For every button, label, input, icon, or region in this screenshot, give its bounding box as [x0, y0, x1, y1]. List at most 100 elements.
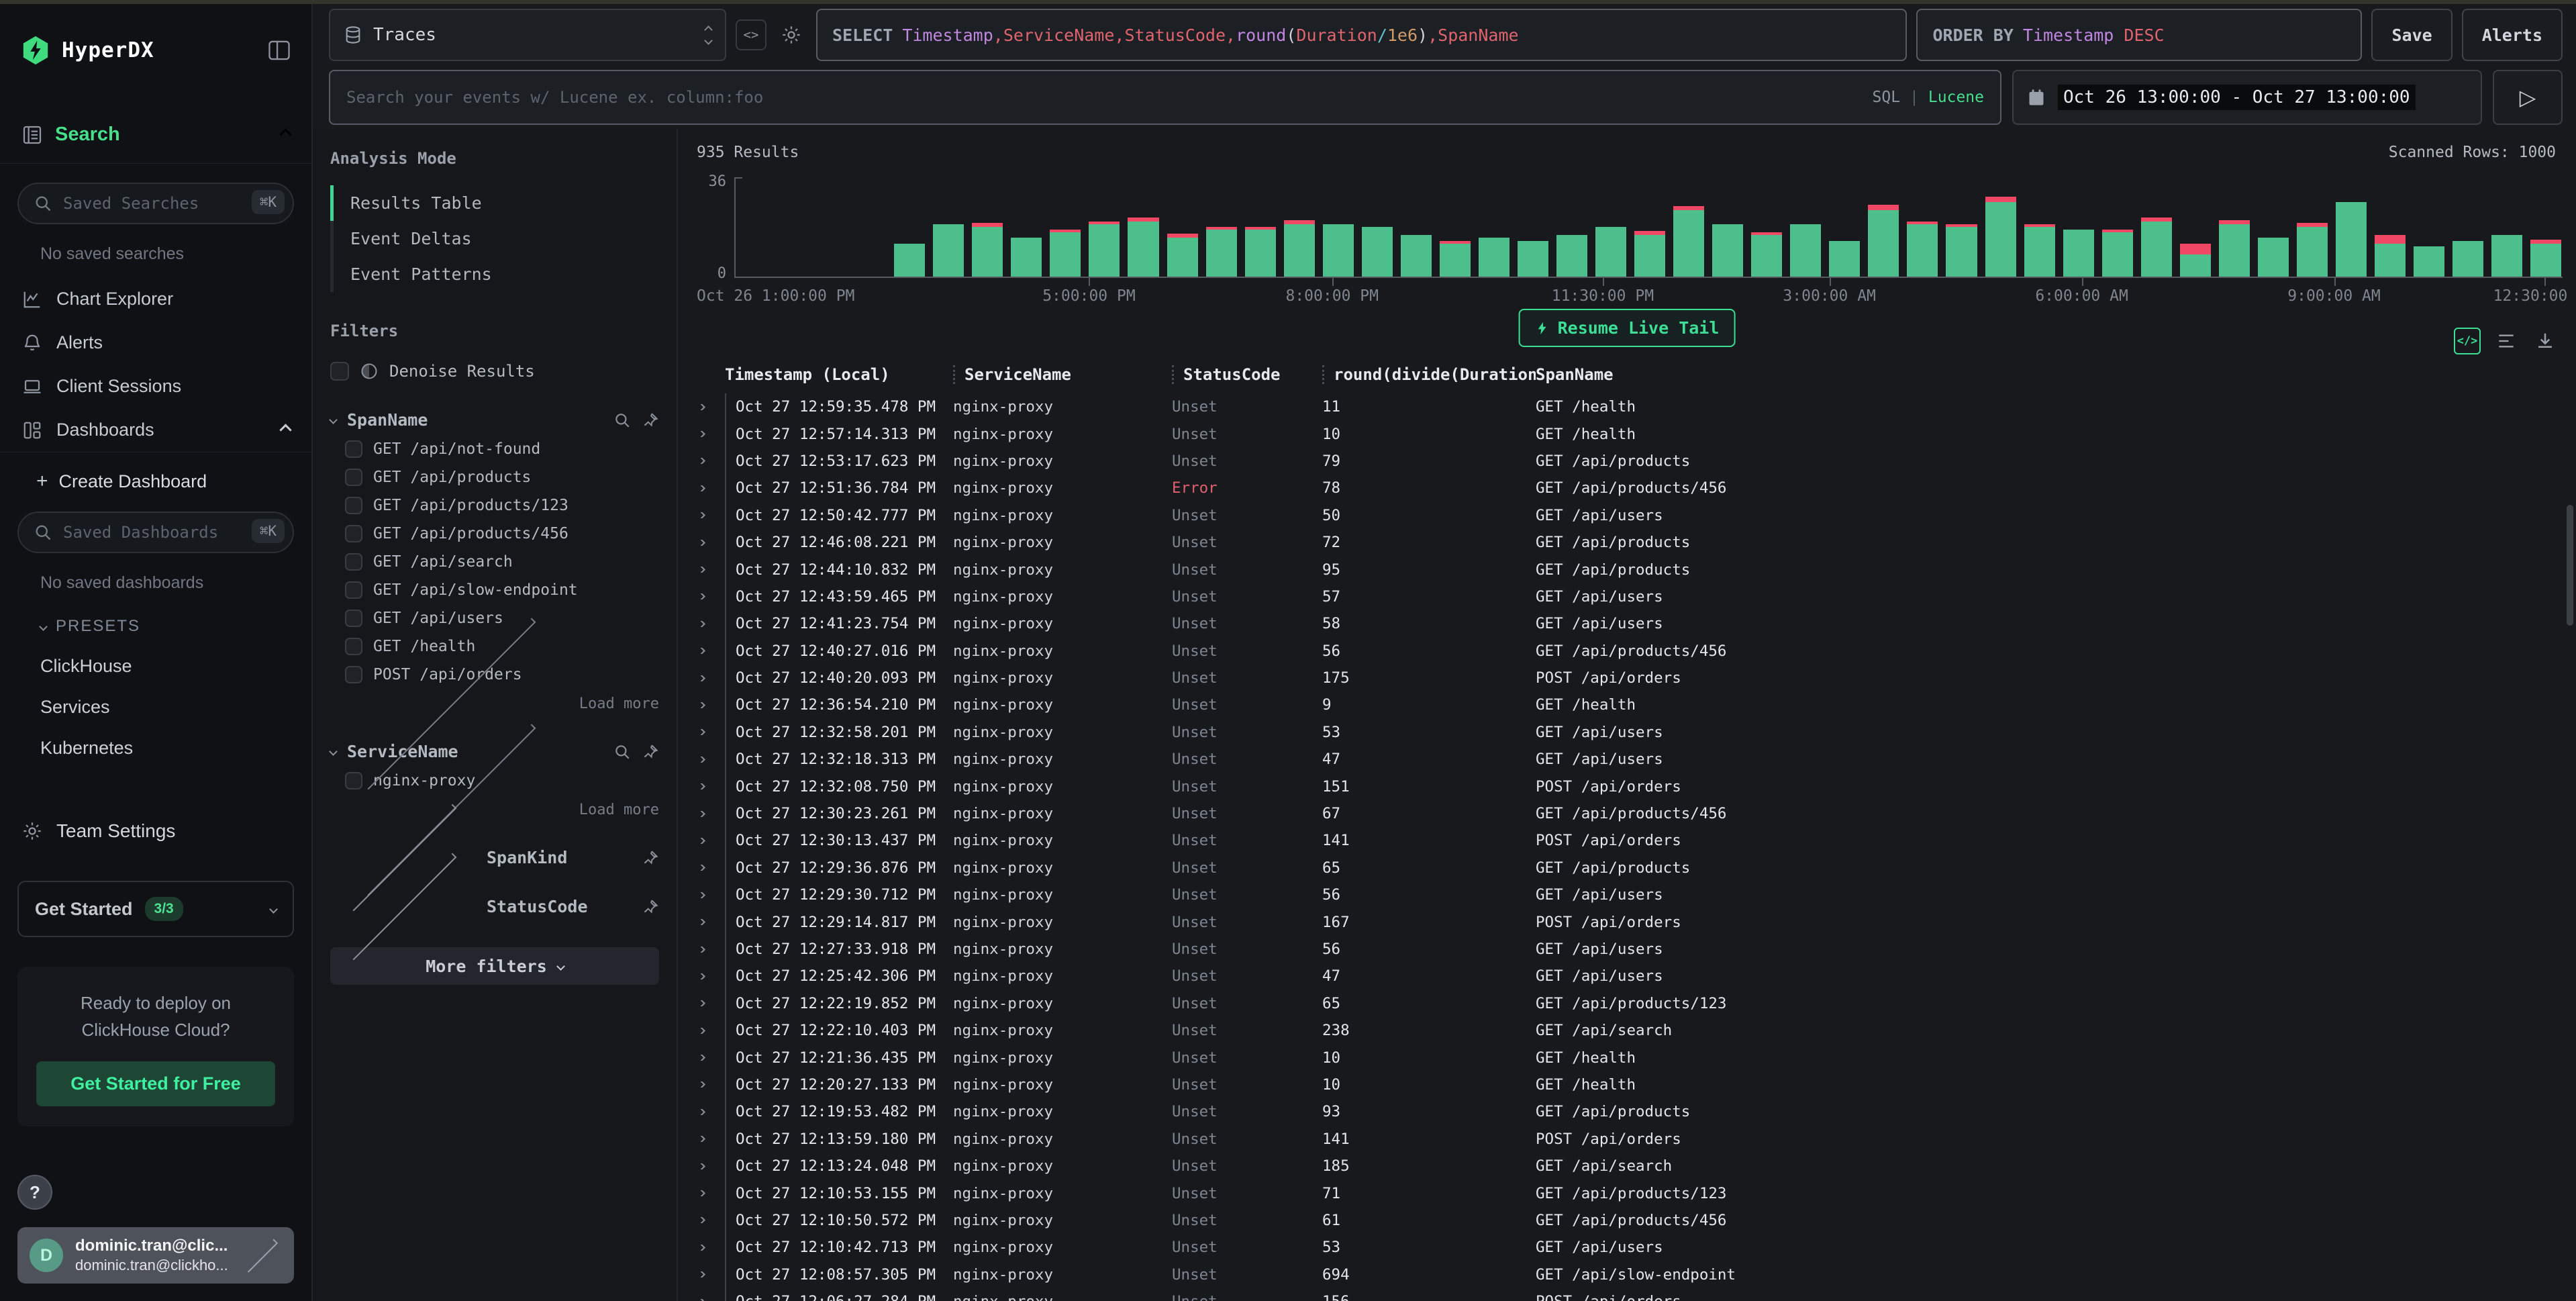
expand-row-icon[interactable] — [691, 675, 725, 681]
histogram-bar[interactable] — [816, 177, 847, 277]
histogram-bar[interactable] — [2024, 177, 2055, 277]
histogram-bar[interactable] — [777, 177, 808, 277]
histogram-bar[interactable] — [1556, 177, 1587, 277]
column-header-duration[interactable]: round(divide(Duration, — [1322, 365, 1536, 384]
table-row[interactable]: Oct 27 12:32:18.313 PMnginx-proxyUnset47… — [691, 746, 2576, 773]
sidebar-item-dashboards[interactable]: Dashboards — [17, 408, 294, 452]
sidebar-item-search[interactable]: Search — [21, 124, 290, 163]
table-row[interactable]: Oct 27 12:32:08.750 PMnginx-proxyUnset15… — [691, 773, 2576, 800]
table-row[interactable]: Oct 27 12:21:36.435 PMnginx-proxyUnset10… — [691, 1044, 2576, 1071]
histogram-bar[interactable] — [2102, 177, 2133, 277]
histogram-bar[interactable] — [2336, 177, 2367, 277]
get-started-toggle[interactable]: Get Started 3/3 — [17, 881, 294, 937]
chevron-up-icon[interactable] — [279, 128, 291, 140]
histogram-bar[interactable] — [1673, 177, 1704, 277]
checkbox[interactable] — [345, 581, 362, 599]
facet-search-icon[interactable] — [613, 743, 631, 761]
checkbox[interactable] — [345, 666, 362, 683]
date-range-picker[interactable]: Oct 26 13:00:00 - Oct 27 13:00:00 — [2012, 70, 2482, 125]
expand-row-icon[interactable] — [691, 757, 725, 763]
histogram-bar[interactable] — [1946, 177, 1977, 277]
expand-row-icon[interactable] — [691, 838, 725, 844]
collapse-sidebar-icon[interactable] — [267, 40, 291, 61]
expand-row-icon[interactable] — [691, 485, 725, 491]
table-row[interactable]: Oct 27 12:13:24.048 PMnginx-proxyUnset18… — [691, 1153, 2576, 1179]
histogram-bar[interactable] — [1479, 177, 1509, 277]
expand-row-icon[interactable] — [691, 458, 725, 464]
histogram-bar[interactable] — [1634, 177, 1665, 277]
table-row[interactable]: Oct 27 12:43:59.465 PMnginx-proxyUnset57… — [691, 583, 2576, 610]
histogram-bar[interactable] — [738, 177, 769, 277]
table-row[interactable]: Oct 27 12:40:20.093 PMnginx-proxyUnset17… — [691, 665, 2576, 691]
checkbox[interactable] — [345, 497, 362, 514]
facet-statuscode-header[interactable]: StatusCode — [330, 897, 659, 916]
histogram-bar[interactable] — [1829, 177, 1860, 277]
histogram-bar[interactable] — [1323, 177, 1354, 277]
facet-spanname-header[interactable]: SpanName — [330, 410, 659, 430]
analysis-mode-option[interactable]: Event Deltas — [348, 221, 659, 256]
expand-row-icon[interactable] — [691, 621, 725, 627]
facet-servicename-header[interactable]: ServiceName — [330, 742, 659, 761]
denoise-results-checkbox[interactable]: Denoise Results — [330, 362, 659, 381]
load-more-button[interactable]: Load more — [330, 689, 659, 712]
checkbox[interactable] — [345, 525, 362, 542]
user-account-button[interactable]: D dominic.tran@clic... dominic.tran@clic… — [17, 1227, 294, 1284]
facet-search-icon[interactable] — [613, 412, 631, 429]
help-button[interactable]: ? — [17, 1175, 52, 1210]
expand-row-icon[interactable] — [691, 947, 725, 953]
brand[interactable]: HyperDX — [20, 35, 267, 66]
table-row[interactable]: Oct 27 12:25:42.306 PMnginx-proxyUnset47… — [691, 963, 2576, 990]
histogram-bar[interactable] — [1011, 177, 1042, 277]
get-started-free-button[interactable]: Get Started for Free — [36, 1061, 275, 1106]
save-button[interactable]: Save — [2371, 9, 2452, 61]
expand-row-icon[interactable] — [691, 1245, 725, 1251]
expand-code-icon[interactable]: </> — [2454, 328, 2481, 354]
table-row[interactable]: Oct 27 12:30:13.437 PMnginx-proxyUnset14… — [691, 827, 2576, 854]
table-row[interactable]: Oct 27 12:29:36.876 PMnginx-proxyUnset65… — [691, 855, 2576, 881]
table-row[interactable]: Oct 27 12:36:54.210 PMnginx-proxyUnset9G… — [691, 691, 2576, 718]
expand-row-icon[interactable] — [691, 1163, 725, 1169]
histogram-bar[interactable] — [1245, 177, 1276, 277]
column-resize-handle[interactable] — [1322, 365, 1324, 384]
table-row[interactable]: Oct 27 12:06:27.284 PMnginx-proxyUnset15… — [691, 1288, 2576, 1301]
analysis-mode-option[interactable]: Results Table — [348, 185, 659, 221]
alerts-button[interactable]: Alerts — [2462, 9, 2563, 61]
source-select[interactable]: Traces — [329, 9, 726, 61]
search-input[interactable] — [346, 88, 1859, 107]
pin-icon[interactable] — [642, 412, 659, 429]
histogram-bar[interactable] — [1907, 177, 1938, 277]
histogram-bar[interactable] — [1284, 177, 1315, 277]
table-row[interactable]: Oct 27 12:13:59.180 PMnginx-proxyUnset14… — [691, 1126, 2576, 1153]
expand-row-icon[interactable] — [691, 593, 725, 599]
checkbox[interactable] — [345, 772, 362, 789]
pin-icon[interactable] — [642, 743, 659, 761]
expand-row-icon[interactable] — [691, 865, 725, 871]
table-row[interactable]: Oct 27 12:08:57.305 PMnginx-proxyUnset69… — [691, 1261, 2576, 1288]
histogram-bar[interactable] — [2297, 177, 2328, 277]
load-more-button[interactable]: Load more — [330, 795, 659, 818]
expand-row-icon[interactable] — [691, 1299, 725, 1301]
expand-row-icon[interactable] — [691, 1271, 725, 1278]
download-icon[interactable] — [2532, 328, 2559, 354]
sidebar-item-client-sessions[interactable]: Client Sessions — [17, 365, 294, 408]
expand-row-icon[interactable] — [691, 404, 725, 410]
table-row[interactable]: Oct 27 12:57:14.313 PMnginx-proxyUnset10… — [691, 420, 2576, 447]
table-row[interactable]: Oct 27 12:10:53.155 PMnginx-proxyUnset71… — [691, 1179, 2576, 1206]
gear-icon[interactable] — [776, 19, 807, 50]
column-header-servicename[interactable]: ServiceName — [953, 365, 1172, 384]
create-dashboard-button[interactable]: + Create Dashboard — [36, 470, 294, 493]
column-header-statuscode[interactable]: StatusCode — [1172, 365, 1322, 384]
scrollbar[interactable] — [2567, 505, 2573, 626]
sidebar-item-alerts[interactable]: Alerts — [17, 321, 294, 365]
histogram-bar[interactable] — [2141, 177, 2172, 277]
histogram-bar[interactable] — [2453, 177, 2483, 277]
histogram-bar[interactable] — [2375, 177, 2406, 277]
expand-row-icon[interactable] — [691, 567, 725, 573]
histogram-bar[interactable] — [1751, 177, 1782, 277]
checkbox[interactable] — [345, 553, 362, 571]
row-density-icon[interactable] — [2493, 328, 2520, 354]
histogram-bar[interactable] — [1206, 177, 1237, 277]
filter-option[interactable]: GET /api/products — [330, 463, 659, 491]
histogram-bar[interactable] — [1362, 177, 1393, 277]
histogram-bar[interactable] — [1518, 177, 1548, 277]
